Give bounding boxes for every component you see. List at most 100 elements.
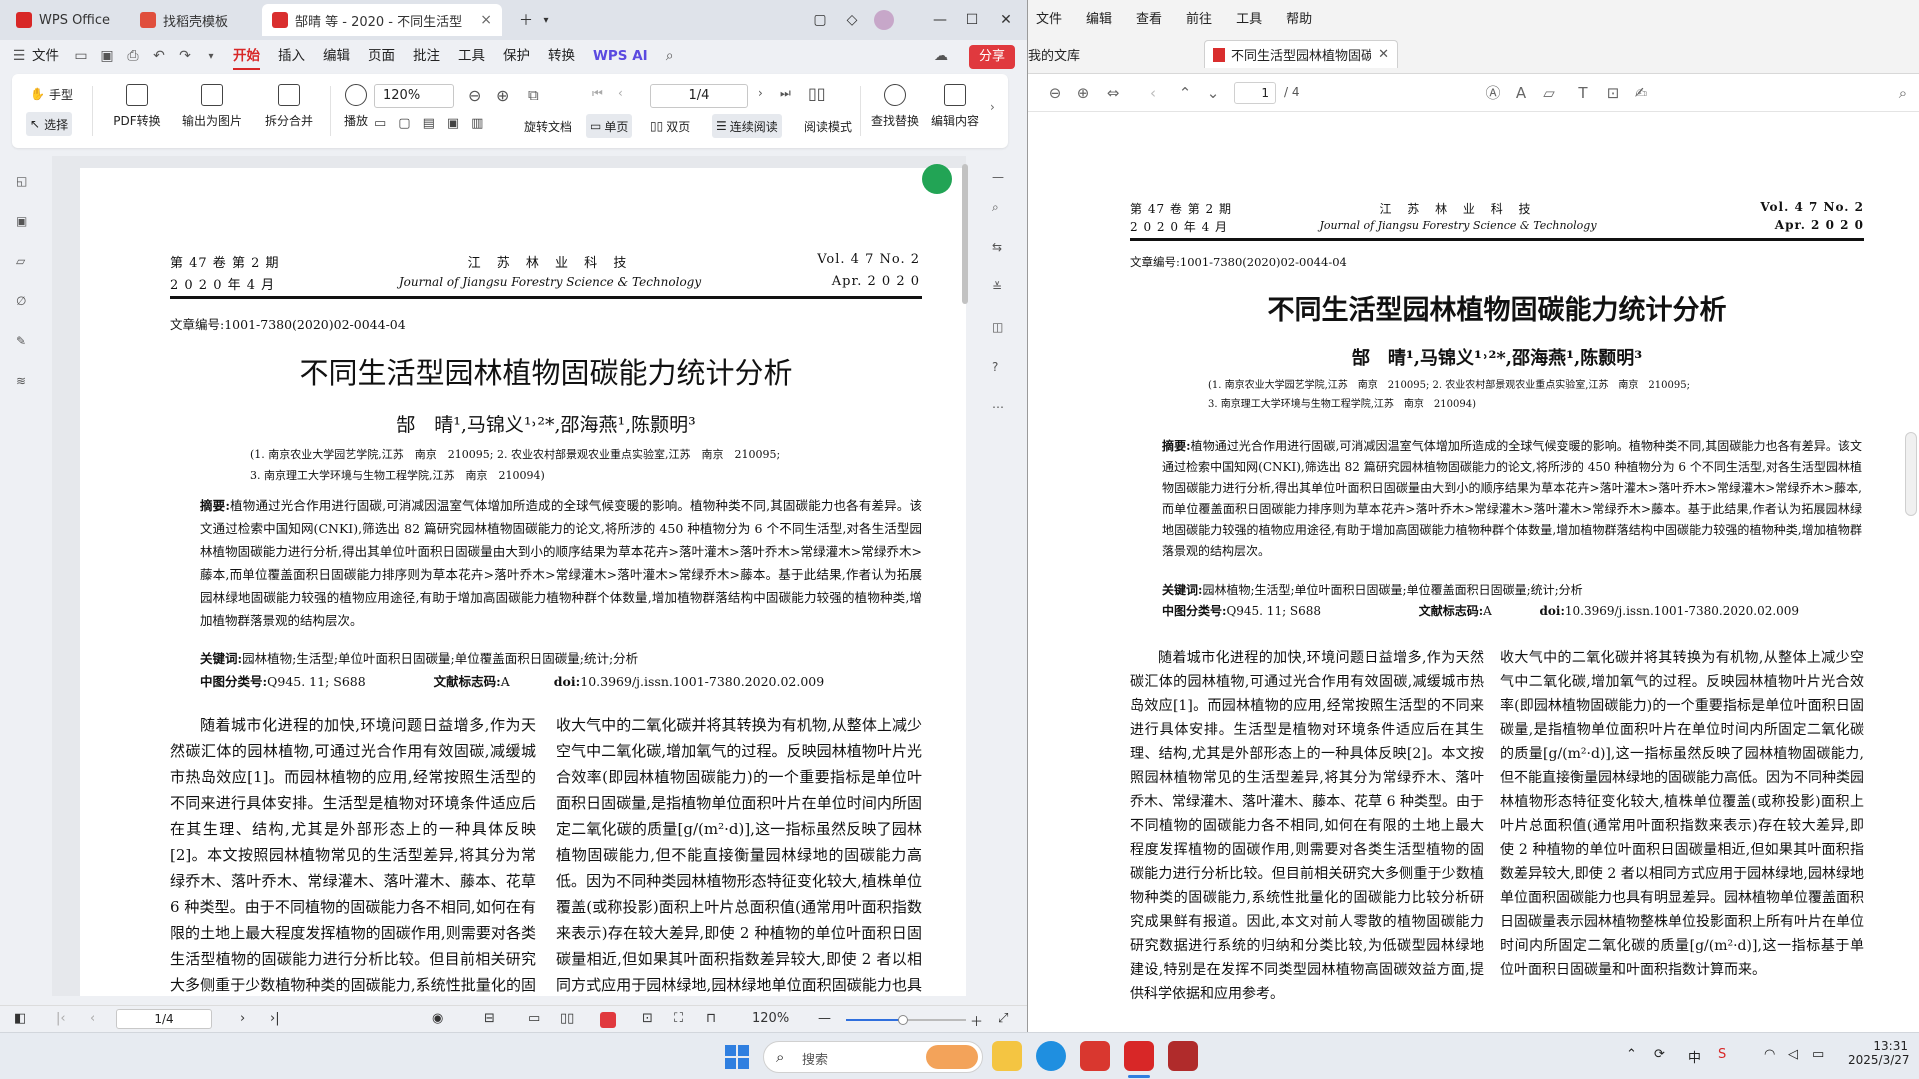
chevron-down-icon[interactable]: ▾ — [534, 8, 558, 32]
menu-comment[interactable]: 批注 — [404, 40, 449, 72]
tray-chevron-up-icon[interactable]: ⌃ — [1626, 1047, 1637, 1062]
redo-icon[interactable]: ↷ — [172, 40, 198, 72]
status-zoom[interactable]: 120% — [752, 1011, 789, 1026]
double-page-icon[interactable]: ▯▯ — [560, 1011, 574, 1026]
hamburger-icon[interactable]: ☰ — [8, 40, 30, 72]
sidebar-toggle-icon[interactable]: ◧ — [14, 1011, 26, 1026]
fit-width-icon[interactable]: ⇔ — [1104, 84, 1122, 102]
zoom-out-icon[interactable]: — — [818, 1011, 831, 1026]
sogou-icon[interactable]: S — [1718, 1047, 1726, 1062]
taskbar-search[interactable]: ⌕ 搜索 — [763, 1041, 983, 1073]
qq-icon[interactable] — [1168, 1041, 1198, 1071]
menu-start[interactable]: 开始 — [224, 40, 269, 72]
edge-icon[interactable] — [1036, 1041, 1066, 1071]
eye-icon[interactable]: ◉ — [432, 1011, 443, 1026]
menu-protect[interactable]: 保护 — [494, 40, 539, 72]
menu-convert[interactable]: 转换 — [539, 40, 584, 72]
wps-icon[interactable] — [1124, 1041, 1154, 1071]
cloud-icon[interactable]: ☁ — [928, 40, 954, 72]
text-box-icon[interactable]: Ⓐ — [1484, 84, 1502, 102]
menu-page[interactable]: 页面 — [359, 40, 404, 72]
comment-icon[interactable]: ▱ — [16, 254, 36, 274]
zotero-icon[interactable] — [1080, 1041, 1110, 1071]
read-mode-button[interactable]: 阅读模式 — [800, 114, 856, 138]
scroll-thumb[interactable] — [962, 164, 968, 304]
menu-insert[interactable]: 插入 — [269, 40, 314, 72]
zoom-in-icon[interactable]: ＋ — [970, 1011, 983, 1030]
page-down-icon[interactable]: ⌄ — [1204, 84, 1222, 102]
menu-view[interactable]: 查看 — [1124, 8, 1174, 27]
viewer-page-input[interactable]: 1 — [1234, 82, 1276, 104]
settings-sliders-icon[interactable]: ≚ — [992, 280, 1012, 300]
vertical-scrollbar[interactable] — [960, 156, 970, 998]
spreadsheet-badge-icon[interactable] — [922, 164, 952, 194]
wps-ai-button[interactable]: WPS AI — [584, 40, 657, 72]
single-page-button[interactable]: ▭ 单页 — [586, 114, 633, 138]
zoom-select[interactable]: 120% — [374, 84, 454, 108]
close-tab-icon[interactable]: × — [480, 12, 492, 28]
fit-icon[interactable]: ⊡ — [642, 1011, 653, 1026]
more-icon[interactable]: ⋯ — [992, 400, 1012, 420]
save-icon[interactable]: ▣ — [94, 40, 120, 72]
translate-icon[interactable]: ⇆ — [992, 240, 1012, 260]
single-page-icon[interactable]: ▭ — [528, 1011, 540, 1026]
layout-icon[interactable]: ▢ — [808, 8, 832, 32]
prev-icon[interactable]: ‹ — [1144, 84, 1162, 102]
menu-file[interactable]: 文件 — [30, 40, 68, 72]
zoom-in-icon[interactable]: ⊕ — [496, 86, 509, 105]
select-tool-button[interactable]: ↖ 选择 — [26, 112, 73, 136]
zoom-in-icon[interactable]: ⊕ — [1074, 84, 1092, 102]
avatar[interactable] — [872, 8, 896, 32]
zoom-out-icon[interactable]: ⊖ — [1046, 84, 1064, 102]
sync-icon[interactable]: ⟳ — [1654, 1047, 1665, 1062]
search-icon[interactable]: ⌕ — [657, 40, 683, 72]
chevron-down-icon[interactable]: ▾ — [198, 40, 224, 72]
menu-tools[interactable]: 工具 — [449, 40, 494, 72]
status-page-input[interactable]: 1/4 — [116, 1009, 212, 1029]
open-folder-icon[interactable]: ▭ — [68, 40, 94, 72]
signature-icon[interactable]: ✎ — [16, 334, 36, 354]
next-page-icon[interactable]: › — [240, 1011, 245, 1026]
rotate-button[interactable]: 旋转文档 — [520, 114, 576, 138]
search-icon[interactable]: ⌕ — [992, 200, 1012, 220]
menu-edit[interactable]: 编辑 — [314, 40, 359, 72]
help-icon[interactable]: ? — [992, 360, 1012, 380]
hand-tool-button[interactable]: ✋ 手型 — [26, 82, 77, 106]
layers-icon[interactable]: ≋ — [16, 374, 36, 394]
fit-width-icon[interactable]: ⊟ — [484, 1011, 495, 1026]
ribbon-expand-icon[interactable]: › — [990, 100, 995, 114]
tab-document[interactable]: 郜晴 等 - 2020 - 不同生活型 × — [262, 4, 502, 36]
sign-icon[interactable]: ✍ — [1632, 84, 1650, 102]
minimize-icon[interactable]: — — [928, 8, 952, 32]
search-icon[interactable]: ⌕ — [1894, 84, 1912, 102]
page-tools-icons[interactable]: ▭▢▤▣▥ — [374, 116, 495, 131]
volume-icon[interactable]: ◁ — [1788, 1047, 1798, 1062]
bookmark-icon[interactable]: ⊓ — [706, 1011, 716, 1026]
play-icon[interactable] — [600, 1012, 616, 1028]
attachment-icon[interactable]: ∅ — [16, 294, 36, 314]
close-tab-icon[interactable]: ✕ — [1378, 47, 1389, 62]
highlight-text-icon[interactable]: A — [1512, 84, 1530, 102]
crop-icon[interactable]: ⊡ — [1604, 84, 1622, 102]
tab-template[interactable]: 找稻壳模板 — [130, 4, 258, 36]
read-icon[interactable]: ◫ — [992, 320, 1012, 340]
next-page-icon[interactable]: › — [758, 86, 763, 100]
fullscreen-icon[interactable]: ⛶ — [674, 1011, 683, 1026]
undo-icon[interactable]: ↶ — [146, 40, 172, 72]
share-button[interactable]: 分享 — [968, 45, 1015, 69]
library-tab[interactable]: 我的文库 — [1028, 45, 1080, 64]
start-icon[interactable] — [723, 1043, 751, 1071]
thumbnail-icon[interactable]: ▣ — [16, 214, 36, 234]
expand-icon[interactable]: ⤢ — [998, 1011, 1008, 1026]
close-window-icon[interactable]: ✕ — [994, 8, 1018, 32]
menu-help[interactable]: 帮助 — [1274, 8, 1324, 27]
bookmark-icon[interactable]: ◱ — [16, 174, 36, 194]
first-page-icon[interactable]: ⏮ — [592, 86, 603, 101]
first-page-icon[interactable]: |‹ — [56, 1011, 66, 1026]
page-up-icon[interactable]: ⌃ — [1176, 84, 1194, 102]
prev-page-icon[interactable]: ‹ — [618, 86, 623, 100]
ime-indicator[interactable]: 中 — [1688, 1047, 1701, 1066]
wifi-icon[interactable]: ◠ — [1764, 1047, 1775, 1062]
document-tab[interactable]: 不同生活型园林植物固碳 ✕ — [1204, 40, 1398, 68]
menu-file[interactable]: 文件 — [1028, 8, 1074, 27]
